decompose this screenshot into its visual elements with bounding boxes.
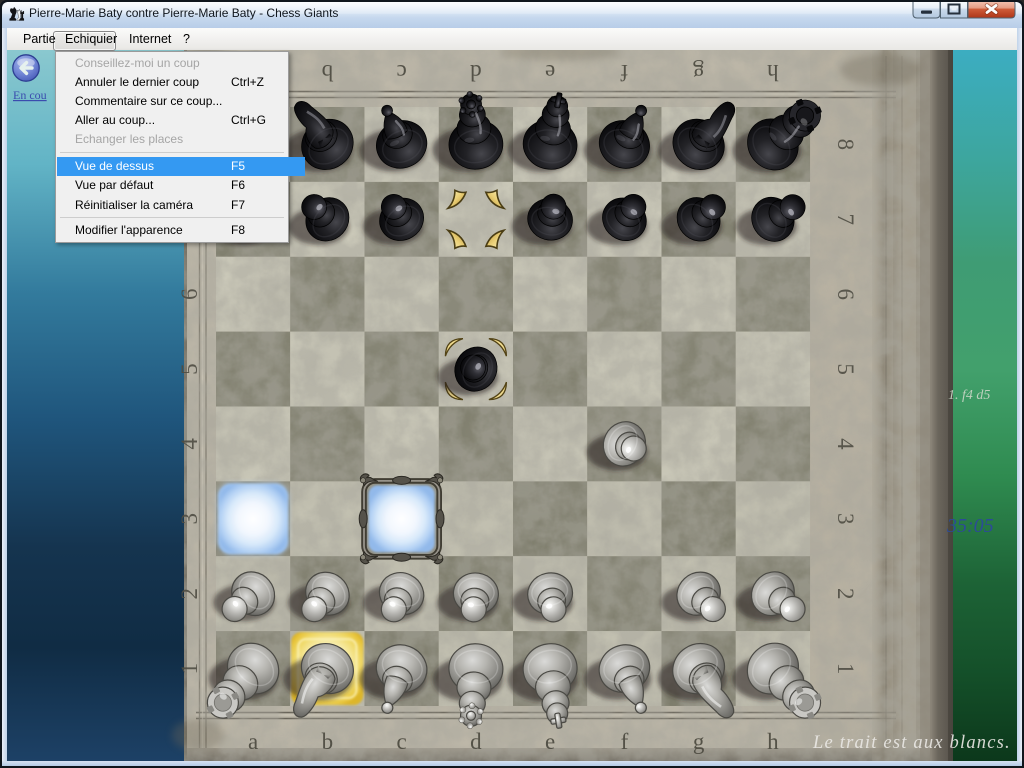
- svg-text:d: d: [470, 729, 482, 754]
- svg-text:e: e: [545, 60, 555, 85]
- svg-text:h: h: [767, 60, 779, 85]
- svg-text:8: 8: [833, 139, 858, 151]
- svg-text:d: d: [470, 60, 482, 85]
- svg-text:1: 1: [177, 663, 202, 675]
- svg-text:4: 4: [177, 438, 202, 450]
- svg-text:1. f4 d5: 1. f4 d5: [948, 388, 990, 403]
- svg-text:e: e: [545, 729, 555, 754]
- svg-text:6: 6: [833, 288, 858, 300]
- svg-text:f: f: [620, 60, 628, 85]
- svg-text:6: 6: [177, 288, 202, 300]
- svg-text:g: g: [692, 60, 704, 85]
- svg-text:f: f: [621, 729, 629, 754]
- svg-text:a: a: [248, 729, 258, 754]
- svg-text:5: 5: [833, 363, 858, 375]
- svg-text:35:05: 35:05: [946, 515, 994, 537]
- svg-text:4: 4: [833, 438, 858, 450]
- svg-text:c: c: [396, 60, 406, 85]
- svg-text:En cou: En cou: [13, 88, 47, 102]
- svg-text:3: 3: [833, 513, 858, 525]
- svg-text:g: g: [693, 729, 705, 754]
- svg-text:1: 1: [833, 663, 858, 675]
- svg-text:7: 7: [833, 214, 858, 226]
- svg-text:Le trait est aux blancs.: Le trait est aux blancs.: [812, 733, 1011, 753]
- svg-text:h: h: [767, 729, 779, 754]
- svg-text:b: b: [322, 60, 334, 85]
- svg-text:2: 2: [177, 588, 202, 600]
- svg-text:c: c: [396, 729, 406, 754]
- svg-text:2: 2: [833, 588, 858, 600]
- svg-text:b: b: [322, 729, 334, 754]
- svg-text:3: 3: [177, 513, 202, 525]
- svg-text:5: 5: [177, 363, 202, 375]
